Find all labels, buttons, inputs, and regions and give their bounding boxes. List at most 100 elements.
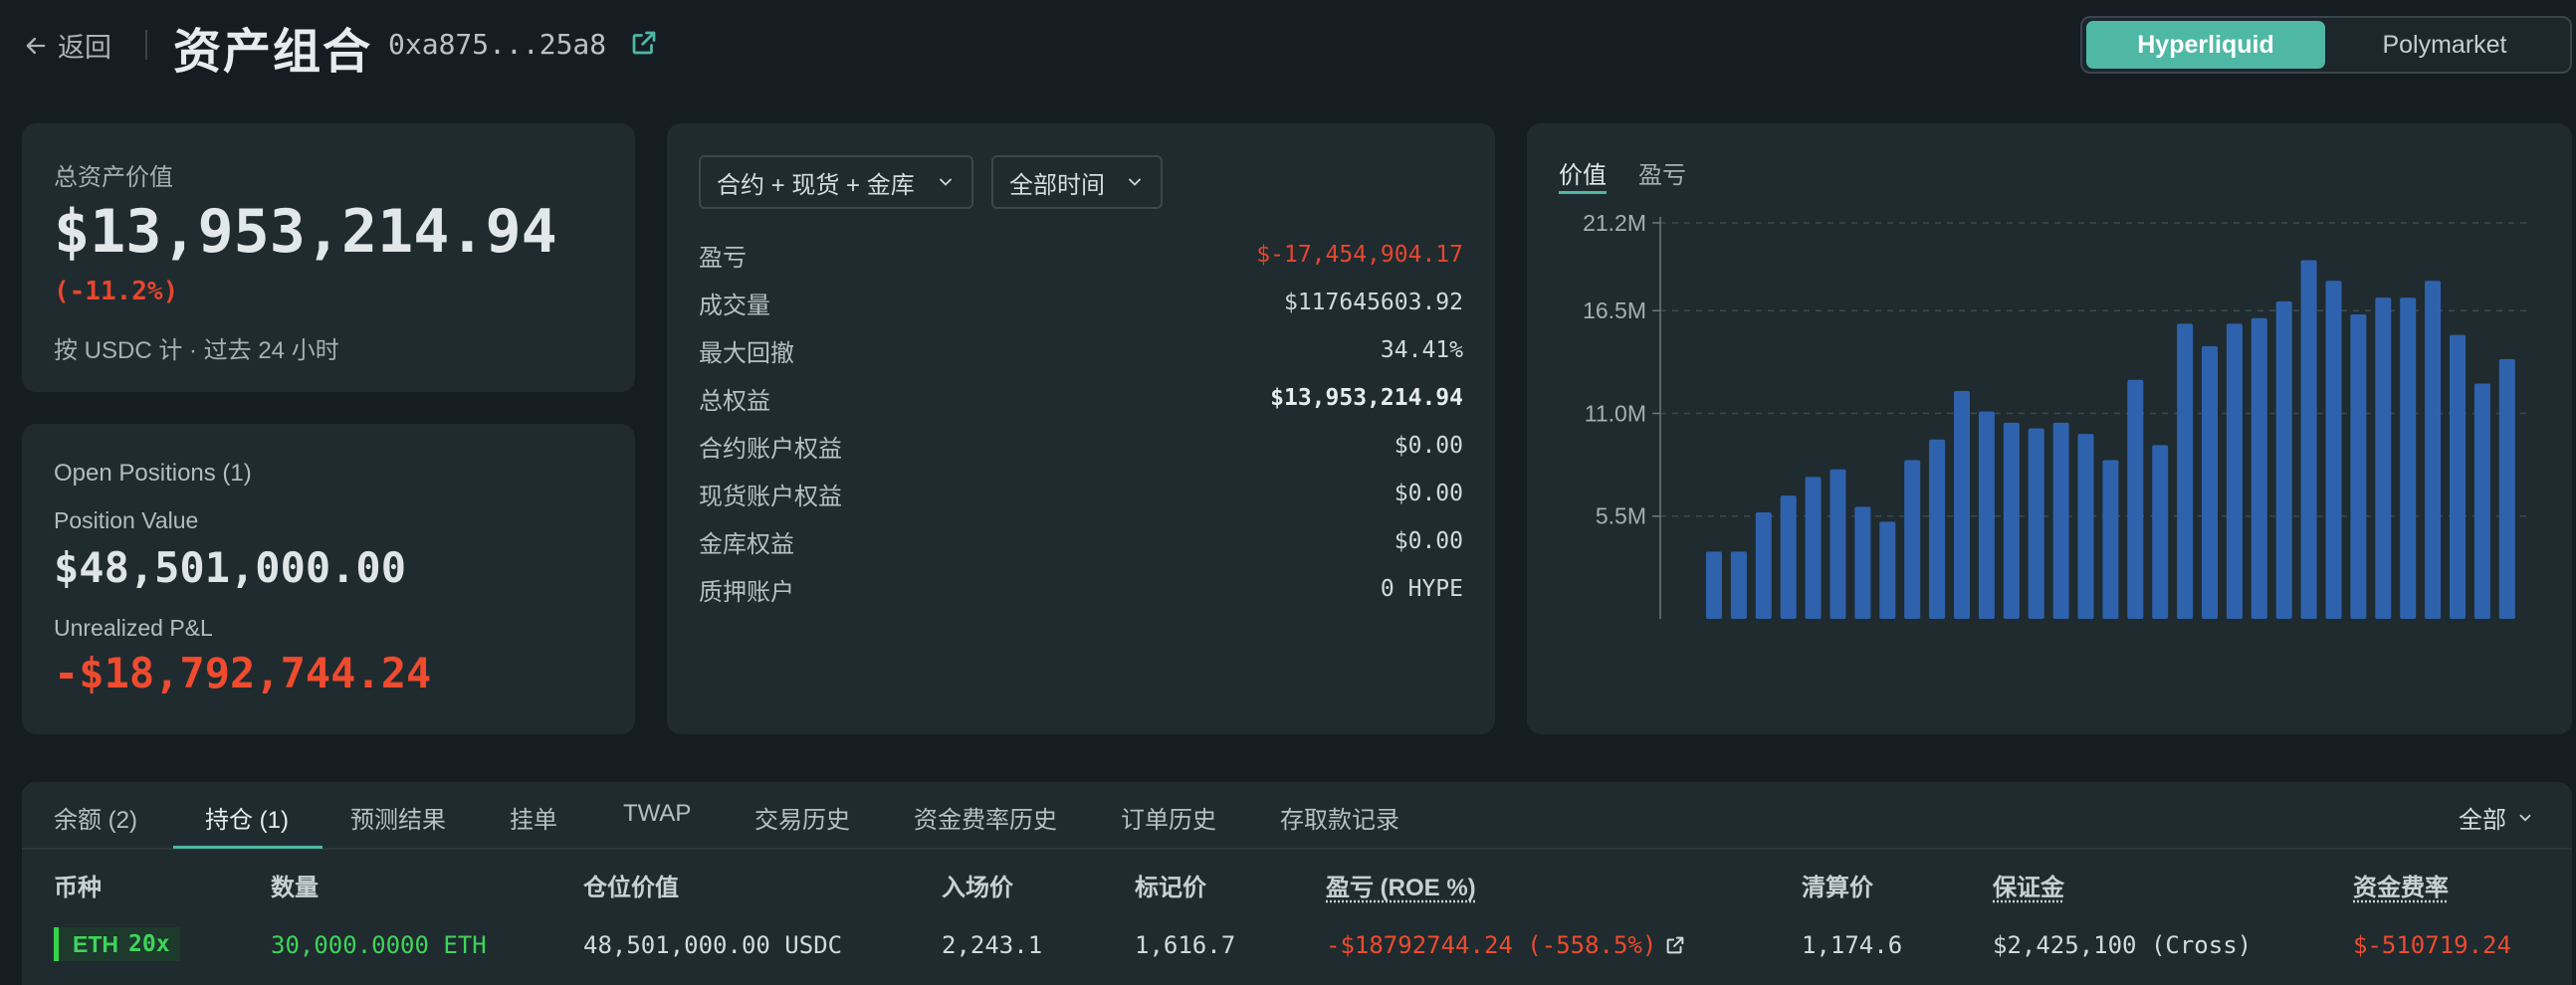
scope-dropdown[interactable]: 合约 + 现货 + 金库: [699, 155, 973, 209]
stat-label: 最大回撤: [699, 339, 794, 367]
stat-label: 合约账户权益: [699, 435, 842, 463]
margin-value: $2,425,100 (Cross): [1993, 931, 2253, 959]
chart-tab-pnl[interactable]: 盈亏: [1638, 155, 1686, 190]
chart-bar[interactable]: [2425, 281, 2442, 619]
chart-bar[interactable]: [1954, 390, 1970, 619]
total-asset-change: (-11.2%): [54, 277, 179, 306]
coin-symbol: ETH: [73, 930, 118, 957]
back-button[interactable]: 返回: [22, 26, 111, 65]
position-pnl: -$18792744.24 (-558.5%): [1326, 931, 1686, 959]
y-tick-label: 11.0M: [1585, 400, 1646, 426]
chart-bar[interactable]: [2003, 422, 2020, 619]
col-header-entry-price: 入场价: [942, 875, 1013, 901]
arrow-left-icon: [26, 37, 46, 54]
chart-bar[interactable]: [2052, 422, 2069, 619]
filter-dropdown[interactable]: 全部: [2459, 800, 2534, 835]
col-header-liq-price: 清算价: [1802, 875, 1873, 901]
share-icon[interactable]: [1664, 934, 1686, 956]
chart-bar[interactable]: [2325, 281, 2342, 619]
mark-price: 1,616.7: [1135, 931, 1236, 959]
stat-label: 现货账户权益: [699, 483, 842, 510]
chart-bar[interactable]: [2152, 445, 2169, 619]
stat-label: 质押账户: [699, 578, 794, 606]
stat-value: $13,953,214.94: [1270, 385, 1463, 411]
stat-row-volume: 成交量 $117645603.92: [699, 283, 1463, 322]
stat-row-total-equity: 总权益 $13,953,214.94: [699, 378, 1463, 418]
position-value-cell: 48,501,000.00 USDC: [583, 931, 843, 959]
stat-row-vault-equity: 金库权益 $0.00: [699, 521, 1463, 561]
tab-funding-history[interactable]: 资金费率历史: [914, 800, 1057, 835]
chart-bar[interactable]: [1730, 551, 1747, 619]
position-coin-badge[interactable]: ETH 20x: [54, 927, 180, 961]
y-tick-label: 16.5M: [1583, 297, 1646, 323]
stat-value: $117645603.92: [1283, 290, 1463, 315]
chevron-down-icon: [1129, 178, 1141, 186]
chart-bar[interactable]: [2400, 297, 2417, 619]
col-header-margin[interactable]: 保证金: [1993, 868, 2064, 902]
tab-twap[interactable]: TWAP: [623, 800, 691, 828]
chart-bar[interactable]: [1854, 506, 1871, 619]
tab-open-orders[interactable]: 挂单: [510, 800, 557, 835]
stat-value: $-17,454,904.17: [1256, 242, 1463, 268]
chart-bar[interactable]: [2275, 300, 2292, 619]
chart-bar[interactable]: [2498, 359, 2515, 619]
chart-bar[interactable]: [1805, 477, 1822, 619]
stat-label: 总权益: [699, 387, 770, 415]
chart-bar[interactable]: [1780, 495, 1797, 619]
chart-bar[interactable]: [2251, 317, 2267, 619]
time-range-dropdown[interactable]: 全部时间: [991, 155, 1163, 209]
bottom-panel: 余额 (2) 持仓 (1) 预测结果 挂单 TWAP 交易历史 资金费率历史 订…: [22, 782, 2572, 985]
chart-bar[interactable]: [1755, 511, 1772, 619]
chart-card: 价值 盈亏 21.2M 16.5M 11.0M 5.5M: [1527, 123, 2572, 734]
chart-bar[interactable]: [1879, 521, 1896, 619]
chart-bar[interactable]: [2226, 323, 2243, 619]
chart-bar[interactable]: [1929, 439, 1946, 619]
chart-bar[interactable]: [2177, 323, 2194, 619]
stat-row-pnl: 盈亏 $-17,454,904.17: [699, 235, 1463, 275]
platform-switch: Hyperliquid Polymarket: [2080, 16, 2572, 74]
chart-bar[interactable]: [2450, 334, 2466, 619]
col-header-pnl[interactable]: 盈亏 (ROE %): [1326, 868, 1476, 902]
tab-positions[interactable]: 持仓 (1): [205, 800, 289, 835]
platform-polymarket-button[interactable]: Polymarket: [2325, 21, 2564, 69]
stat-label: 成交量: [699, 292, 770, 319]
unrealized-pnl-label: Unrealized P&L: [54, 615, 213, 641]
chart-bar[interactable]: [2028, 428, 2044, 619]
position-size: 30,000.0000 ETH: [271, 931, 487, 959]
tab-order-history[interactable]: 订单历史: [1121, 800, 1216, 835]
chart-bar[interactable]: [1829, 469, 1846, 619]
position-value: $48,501,000.00: [54, 543, 407, 592]
chart-bar[interactable]: [2127, 379, 2144, 619]
tab-trade-history[interactable]: 交易历史: [754, 800, 850, 835]
chart-tab-value[interactable]: 价值: [1559, 155, 1607, 190]
external-link-icon[interactable]: [629, 28, 659, 58]
platform-hyperliquid-button[interactable]: Hyperliquid: [2086, 21, 2325, 69]
tab-prediction-results[interactable]: 预测结果: [350, 800, 446, 835]
chart-bar[interactable]: [2473, 383, 2490, 619]
chart-bar[interactable]: [2375, 297, 2392, 619]
total-asset-card: 总资产价值 $13,953,214.94 (-11.2%) 按 USDC 计 ·…: [22, 123, 635, 392]
total-asset-note: 按 USDC 计 · 过去 24 小时: [54, 337, 339, 364]
col-header-funding[interactable]: 资金费率: [2353, 868, 2449, 902]
stat-value: $0.00: [1394, 528, 1463, 554]
chart-bar[interactable]: [1904, 460, 1921, 619]
stat-value: $0.00: [1394, 433, 1463, 459]
chart-bar[interactable]: [1978, 411, 1995, 619]
chevron-down-icon: [940, 178, 952, 186]
tab-balances[interactable]: 余额 (2): [54, 800, 137, 835]
chart-bar[interactable]: [2077, 434, 2094, 619]
col-header-size: 数量: [271, 875, 319, 901]
header-divider: [145, 30, 147, 60]
unrealized-pnl-value: -$18,792,744.24: [54, 649, 432, 697]
tab-deposits-withdrawals[interactable]: 存取款记录: [1280, 800, 1399, 835]
open-positions-title: Open Positions (1): [54, 460, 252, 487]
chart-bar[interactable]: [2202, 345, 2218, 619]
chart-bar[interactable]: [2300, 260, 2317, 619]
stat-value: $0.00: [1394, 481, 1463, 506]
scope-dropdown-label: 合约 + 现货 + 金库: [717, 171, 915, 199]
position-pnl-value: -$18792744.24 (-558.5%): [1326, 931, 1657, 959]
chart-bar[interactable]: [1706, 551, 1722, 619]
time-range-label: 全部时间: [1009, 171, 1105, 199]
chart-bar[interactable]: [2350, 313, 2367, 619]
chart-bar[interactable]: [2102, 460, 2119, 619]
